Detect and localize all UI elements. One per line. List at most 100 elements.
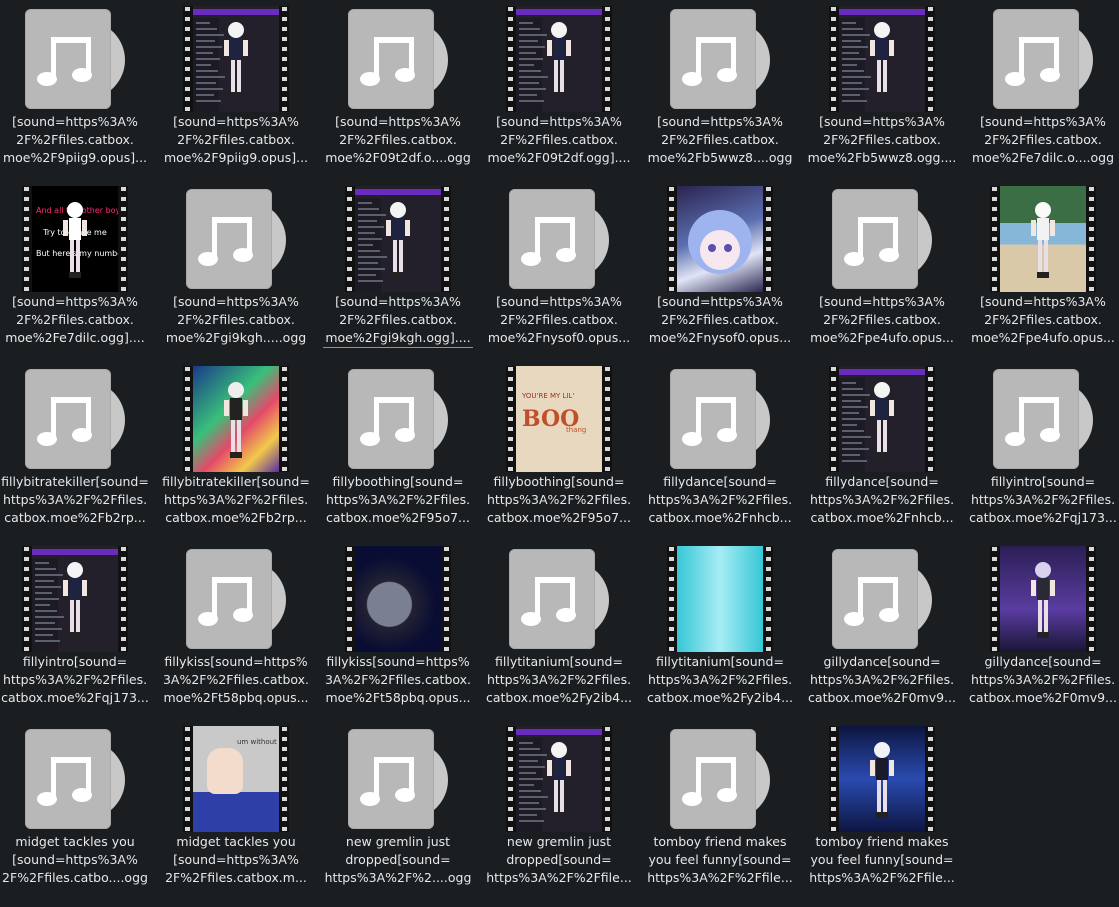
- file-name-line: 2F%2Ffiles.catbox.: [661, 132, 779, 147]
- file-name-line: fillykiss[sound=https%: [164, 654, 308, 669]
- audio-file-item[interactable]: tomboy friend makes you feel funny[sound=…: [645, 720, 795, 890]
- audio-file-item[interactable]: [sound=https%3A% 2F%2Ffiles.catbox. moe%2F…: [0, 0, 150, 170]
- video-file-item[interactable]: [sound=https%3A% 2F%2Ffiles.catbox. moe%2F…: [645, 180, 795, 350]
- file-thumbnail: [345, 366, 451, 472]
- video-file-item[interactable]: gillydance[sound= https%3A%2F%2Ffiles. cat…: [968, 540, 1118, 710]
- character-figure: [224, 382, 248, 458]
- audio-file-item[interactable]: fillyboothing[sound= https%3A%2F%2Ffiles.…: [323, 360, 473, 530]
- video-file-item[interactable]: [sound=https%3A% 2F%2Ffiles.catbox. moe%2F…: [807, 0, 957, 170]
- audio-file-item[interactable]: [sound=https%3A% 2F%2Ffiles.catbox. moe%2F…: [161, 180, 311, 350]
- file-name-label: [sound=https%3A% 2F%2Ffiles.catbox. moe%2F…: [807, 113, 957, 167]
- music-note-icon: [521, 217, 576, 266]
- audio-file-item[interactable]: fillybitratekiller[sound= https%3A%2F%2Ff…: [0, 360, 150, 530]
- file-name-line: catbox.moe%2Fqj173...: [1, 690, 149, 705]
- file-name-line: [sound=https%3A%: [657, 294, 783, 309]
- file-name-label: [sound=https%3A% 2F%2Ffiles.catbox. moe%2F…: [323, 293, 473, 348]
- film-perforation: [183, 726, 192, 832]
- film-perforation: [1087, 186, 1096, 292]
- film-perforation: [280, 366, 289, 472]
- video-thumbnail: [345, 186, 451, 292]
- file-name-line: tomboy friend makes: [815, 834, 949, 849]
- audio-file-item[interactable]: [sound=https%3A% 2F%2Ffiles.catbox. moe%2F…: [645, 0, 795, 170]
- sleeve-icon: [348, 9, 434, 109]
- character-portrait: [688, 210, 752, 274]
- video-frame: [516, 726, 602, 832]
- file-name-line: catbox.moe%2Fnhcb...: [648, 510, 792, 525]
- video-file-item[interactable]: [sound=https%3A% 2F%2Ffiles.catbox. moe%2F…: [161, 0, 311, 170]
- video-file-item[interactable]: fillybitratekiller[sound= https%3A%2F%2Ff…: [161, 360, 311, 530]
- video-file-item[interactable]: YOU'RE MY LIL' BOO thang fillyboothing[soun…: [484, 360, 634, 530]
- video-file-item[interactable]: um without midget tackles you [sound=https…: [161, 720, 311, 890]
- video-file-item[interactable]: fillydance[sound= https%3A%2F%2Ffiles. cat…: [807, 360, 957, 530]
- audio-file-icon: [832, 189, 932, 289]
- file-name-line: fillytitanium[sound=: [495, 654, 623, 669]
- file-name-label: gillydance[sound= https%3A%2F%2Ffiles. cat…: [968, 653, 1118, 707]
- audio-file-item[interactable]: fillyintro[sound= https%3A%2F%2Ffiles. cat…: [968, 360, 1118, 530]
- file-name-line: [sound=https%3A%: [173, 852, 299, 867]
- video-file-item[interactable]: fillykiss[sound=https% 3A%2F%2Ffiles.catb…: [323, 540, 473, 710]
- file-name-line: moe%2F9piig9.opus]...: [163, 150, 309, 165]
- file-name-line: [sound=https%3A%: [12, 294, 138, 309]
- sleeve-icon: [832, 549, 918, 649]
- file-name-line: 2F%2Ffiles.catbox.: [823, 312, 941, 327]
- file-thumbnail: [183, 6, 289, 112]
- file-name-line: [sound=https%3A%: [335, 114, 461, 129]
- audio-file-icon: [509, 549, 609, 649]
- audio-file-item[interactable]: midget tackles you [sound=https%3A% 2F%2Ff…: [0, 720, 150, 890]
- file-thumbnail: And all the other boyTry to chase meBut …: [22, 186, 128, 292]
- audio-file-item[interactable]: [sound=https%3A% 2F%2Ffiles.catbox. moe%2F…: [807, 180, 957, 350]
- file-name-label: fillyintro[sound= https%3A%2F%2Ffiles. cat…: [968, 473, 1118, 527]
- sleeve-icon: [25, 369, 111, 469]
- video-file-item[interactable]: [sound=https%3A% 2F%2Ffiles.catbox. moe%2F…: [968, 180, 1118, 350]
- film-perforation: [119, 186, 128, 292]
- sleeve-icon: [832, 189, 918, 289]
- file-name-label: fillytitanium[sound= https%3A%2F%2Ffiles.…: [484, 653, 634, 707]
- file-name-line: moe%2Fb5wwz8....ogg: [647, 150, 793, 165]
- audio-file-item[interactable]: new gremlin just dropped[sound= https%3A%2…: [323, 720, 473, 890]
- audio-file-item[interactable]: fillytitanium[sound= https%3A%2F%2Ffiles.…: [484, 540, 634, 710]
- video-file-item[interactable]: [sound=https%3A% 2F%2Ffiles.catbox. moe%2F…: [484, 0, 634, 170]
- video-file-item[interactable]: new gremlin just dropped[sound= https%3A%2…: [484, 720, 634, 890]
- video-file-item[interactable]: tomboy friend makes you feel funny[sound=…: [807, 720, 957, 890]
- music-note-icon: [37, 757, 92, 806]
- file-thumbnail: [990, 366, 1096, 472]
- file-name-label: fillyboothing[sound= https%3A%2F%2Ffiles.…: [484, 473, 634, 527]
- film-perforation: [345, 546, 354, 652]
- file-name-line: dropped[sound=: [506, 852, 612, 867]
- file-name-line: https%3A%2F%2Ffile...: [486, 870, 632, 885]
- audio-file-icon: [348, 369, 448, 469]
- video-file-item[interactable]: [sound=https%3A% 2F%2Ffiles.catbox. moe%2F…: [323, 180, 473, 350]
- audio-file-icon: [993, 9, 1093, 109]
- film-perforation: [764, 186, 773, 292]
- film-perforation: [22, 546, 31, 652]
- file-name-line: https%3A%2F%2Ffiles.: [647, 492, 793, 507]
- audio-file-item[interactable]: fillykiss[sound=https% 3A%2F%2Ffiles.catb…: [161, 540, 311, 710]
- film-perforation: [280, 6, 289, 112]
- video-caption: thang: [566, 426, 587, 434]
- file-name-label: new gremlin just dropped[sound= https%3A%2…: [484, 833, 634, 887]
- audio-file-icon: [832, 549, 932, 649]
- music-note-icon: [682, 757, 737, 806]
- file-thumbnail: [506, 6, 612, 112]
- audio-file-item[interactable]: [sound=https%3A% 2F%2Ffiles.catbox. moe%2F…: [484, 180, 634, 350]
- file-name-line: https%3A%2F%2Ffile...: [809, 870, 955, 885]
- character-figure: [870, 22, 894, 98]
- music-note-icon: [360, 757, 415, 806]
- video-thumbnail: [667, 186, 773, 292]
- audio-file-item[interactable]: [sound=https%3A% 2F%2Ffiles.catbox. moe%2F…: [323, 0, 473, 170]
- audio-file-item[interactable]: gillydance[sound= https%3A%2F%2Ffiles. cat…: [807, 540, 957, 710]
- file-name-line: https%3A%2F%2Ffiles.: [809, 492, 955, 507]
- file-name-label: fillyboothing[sound= https%3A%2F%2Ffiles.…: [323, 473, 473, 527]
- file-name-line: 3A%2F%2Ffiles.catbox.: [162, 672, 310, 687]
- video-frame: [839, 366, 925, 472]
- file-name-line: https%3A%2F%2Ffiles.: [163, 492, 309, 507]
- file-name-label: [sound=https%3A% 2F%2Ffiles.catbox. moe%2F…: [0, 293, 150, 347]
- file-name-line: [sound=https%3A%: [819, 114, 945, 129]
- audio-file-item[interactable]: fillydance[sound= https%3A%2F%2Ffiles. cat…: [645, 360, 795, 530]
- video-file-item[interactable]: fillyintro[sound= https%3A%2F%2Ffiles. cat…: [0, 540, 150, 710]
- video-file-item[interactable]: fillytitanium[sound= https%3A%2F%2Ffiles.…: [645, 540, 795, 710]
- video-file-item[interactable]: And all the other boyTry to chase meBut …: [0, 180, 150, 350]
- audio-file-item[interactable]: [sound=https%3A% 2F%2Ffiles.catbox. moe%2F…: [968, 0, 1118, 170]
- sleeve-icon: [993, 9, 1079, 109]
- film-perforation: [119, 546, 128, 652]
